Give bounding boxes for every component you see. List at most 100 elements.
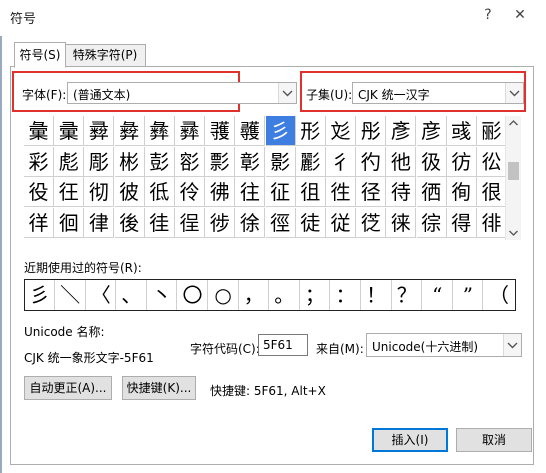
symbol-cell[interactable]: 役: [24, 177, 54, 207]
symbol-cell[interactable]: 征: [265, 177, 296, 207]
recent-symbol[interactable]: 〇: [178, 280, 208, 310]
recent-symbol[interactable]: ”: [453, 280, 484, 310]
recent-symbol[interactable]: “: [423, 280, 453, 310]
symbol-cell[interactable]: 彛: [84, 116, 115, 146]
symbol-cell[interactable]: 彦: [416, 116, 447, 146]
symbol-cell[interactable]: 彙: [24, 116, 54, 146]
symbol-cell[interactable]: 彞: [175, 116, 205, 146]
symbol-cell[interactable]: 徉: [24, 207, 54, 238]
symbol-cell[interactable]: 彜: [114, 116, 145, 146]
symbol-cell[interactable]: 彭: [144, 146, 175, 177]
symbol-grid-scrollbar[interactable]: [505, 116, 521, 240]
symbol-cell[interactable]: 彣: [326, 116, 356, 146]
font-select[interactable]: (普通文本): [67, 82, 297, 104]
recent-symbol[interactable]: 〈: [86, 280, 117, 310]
symbol-cell[interactable]: 彲: [295, 146, 326, 177]
symbol-cell[interactable]: 後: [114, 207, 145, 238]
symbol-cell[interactable]: 徕: [386, 207, 417, 238]
help-button[interactable]: ?: [476, 4, 500, 26]
symbol-cell[interactable]: 彻: [84, 177, 115, 207]
symbol-cell[interactable]: 得: [446, 207, 477, 238]
symbol-cell[interactable]: 徊: [54, 207, 85, 238]
symbol-cell[interactable]: 形: [295, 116, 326, 146]
chevron-down-icon[interactable]: [503, 334, 521, 356]
symbol-cell[interactable]: 彺: [54, 177, 85, 207]
recent-symbol[interactable]: ：: [331, 280, 361, 310]
symbol-cell[interactable]: 彵: [386, 146, 417, 177]
symbol-cell[interactable]: 彡: [265, 116, 296, 146]
recent-symbol[interactable]: ？: [392, 280, 423, 310]
recent-symbol[interactable]: ○: [209, 280, 239, 310]
symbol-cell[interactable]: 徏: [205, 207, 236, 238]
symbol-cell[interactable]: 彴: [356, 146, 387, 177]
symbol-cell[interactable]: 彫: [84, 146, 115, 177]
insert-button[interactable]: 插入(I): [372, 428, 448, 452]
symbol-cell[interactable]: 彮: [175, 146, 205, 177]
autocorrect-button[interactable]: 自动更正(A)...: [24, 376, 112, 400]
symbol-cell[interactable]: 彯: [205, 146, 236, 177]
symbol-cell[interactable]: 徒: [295, 207, 326, 238]
symbol-cell[interactable]: 徇: [446, 177, 477, 207]
tab-symbols[interactable]: 符号(S): [14, 42, 66, 68]
symbol-cell[interactable]: 彪: [54, 146, 85, 177]
symbol-cell[interactable]: 彽: [144, 177, 175, 207]
cancel-button[interactable]: 取消: [456, 428, 532, 452]
subset-select[interactable]: CJK 统一汉字: [352, 82, 524, 104]
symbol-cell[interactable]: 彥: [386, 116, 417, 146]
chevron-down-icon[interactable]: [278, 83, 296, 103]
recent-symbol[interactable]: ＼: [56, 280, 86, 310]
symbol-cell[interactable]: 徑: [265, 207, 296, 238]
from-select[interactable]: Unicode(十六进制): [366, 333, 522, 357]
symbol-cell[interactable]: 彰: [235, 146, 266, 177]
symbol-cell[interactable]: 很: [477, 177, 507, 207]
symbol-cell[interactable]: 彶: [416, 146, 447, 177]
symbol-cell[interactable]: 彩: [24, 146, 54, 177]
symbol-cell[interactable]: 彳: [326, 146, 356, 177]
symbol-cell[interactable]: 径: [356, 177, 387, 207]
symbol-cell[interactable]: 往: [235, 177, 266, 207]
symbol-cell[interactable]: 彸: [477, 146, 507, 177]
symbol-cell[interactable]: 徐: [235, 207, 266, 238]
symbol-cell[interactable]: 徘: [477, 207, 507, 238]
window-left-edge: [0, 36, 2, 473]
symbol-grid[interactable]: 彙彚彛彜彝彞彟彠彡形彣彤彥彦彧彨彩彪彫彬彭彮彯彰影彲彳彴彵彶彷彸役彺彻彼彽彾彿往…: [24, 116, 507, 238]
shortcut-key-button[interactable]: 快捷键(K)...: [122, 376, 196, 400]
symbol-cell[interactable]: 徍: [144, 207, 175, 238]
symbol-cell[interactable]: 影: [265, 146, 296, 177]
recent-symbol[interactable]: ！: [362, 280, 392, 310]
recent-symbol[interactable]: 、: [117, 280, 147, 310]
symbol-cell[interactable]: 彚: [54, 116, 85, 146]
symbol-cell[interactable]: 彝: [144, 116, 175, 146]
symbol-cell[interactable]: 彼: [114, 177, 145, 207]
symbol-cell[interactable]: 彬: [114, 146, 145, 177]
symbol-cell[interactable]: 彿: [205, 177, 236, 207]
symbol-cell[interactable]: 彟: [205, 116, 236, 146]
symbol-cell[interactable]: 律: [84, 207, 115, 238]
close-button[interactable]: ✕: [508, 4, 532, 26]
recent-symbol[interactable]: 。: [270, 280, 300, 310]
window-title: 符号: [10, 12, 37, 27]
char-code-input[interactable]: 5F61: [258, 334, 308, 356]
symbol-cell[interactable]: 待: [386, 177, 417, 207]
symbol-cell[interactable]: 徃: [326, 177, 356, 207]
recent-symbol[interactable]: （: [484, 280, 514, 310]
tab-special-characters[interactable]: 特殊字符(P): [64, 44, 146, 67]
symbol-cell[interactable]: 彧: [446, 116, 477, 146]
symbol-cell[interactable]: 彷: [446, 146, 477, 177]
recent-symbols[interactable]: 彡 ＼ 〈、丶〇 ○，。；：！？ “” （: [24, 279, 516, 311]
symbol-cell[interactable]: 彾: [175, 177, 205, 207]
symbol-cell[interactable]: 彠: [235, 116, 266, 146]
symbol-cell[interactable]: 徔: [356, 207, 387, 238]
symbol-cell[interactable]: 徎: [175, 207, 205, 238]
symbol-cell[interactable]: 徖: [416, 207, 447, 238]
symbol-cell[interactable]: 彤: [356, 116, 387, 146]
recent-symbol[interactable]: 彡: [25, 280, 55, 310]
symbol-cell[interactable]: 従: [326, 207, 356, 238]
recent-symbol[interactable]: ；: [300, 280, 331, 310]
symbol-cell[interactable]: 彨: [477, 116, 507, 146]
symbol-cell[interactable]: 徆: [416, 177, 447, 207]
chevron-down-icon[interactable]: [505, 83, 523, 103]
recent-symbol[interactable]: 丶: [147, 280, 178, 310]
recent-symbol[interactable]: ，: [239, 280, 270, 310]
symbol-cell[interactable]: 徂: [295, 177, 326, 207]
